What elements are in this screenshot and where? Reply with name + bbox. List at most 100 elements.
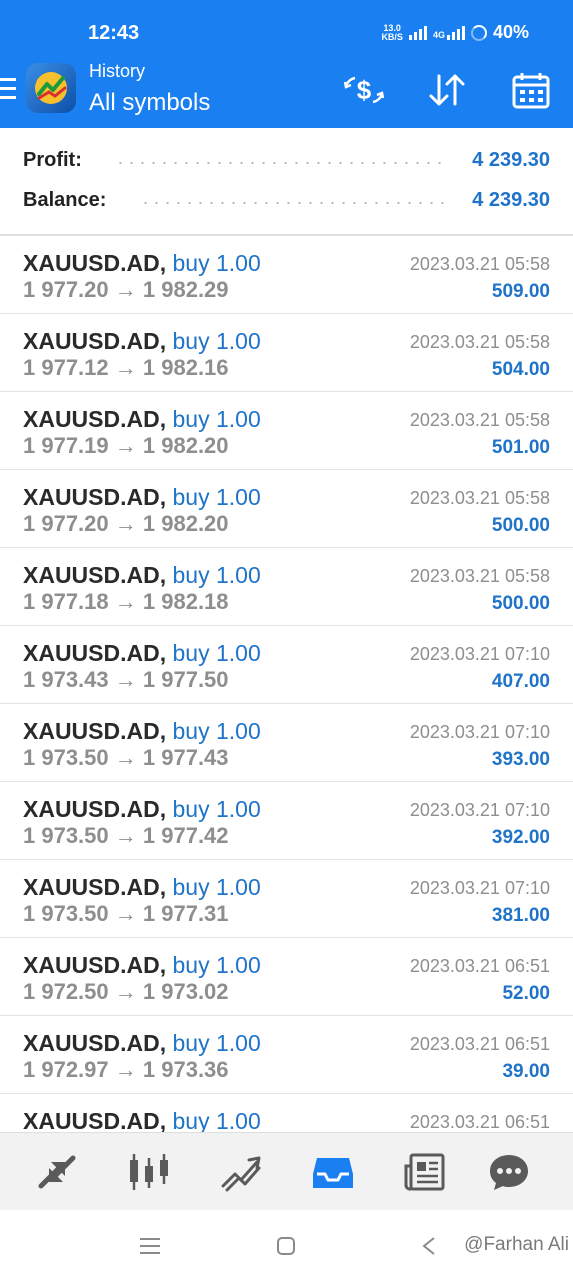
trade-close-price: 1 982.20 bbox=[142, 511, 229, 536]
trade-row[interactable]: XAUUSD.AD, buy 1.00 1 972.50 → 1 973.02 … bbox=[0, 938, 573, 1016]
svg-text:$: $ bbox=[357, 75, 372, 105]
trade-open-price: 1 977.20 bbox=[23, 511, 109, 536]
trade-close-price: 1 977.43 bbox=[142, 745, 229, 770]
trade-row[interactable]: XAUUSD.AD, buy 1.00 1 977.20 → 1 982.20 … bbox=[0, 470, 573, 548]
trade-symbol: XAUUSD.AD, bbox=[23, 562, 167, 588]
trade-time: 2023.03.21 07:10 bbox=[409, 644, 550, 664]
trade-volume: 1.00 bbox=[216, 640, 261, 666]
trade-close-price: 1 982.29 bbox=[142, 277, 229, 302]
trade-direction: buy bbox=[172, 406, 210, 432]
sort-icon[interactable] bbox=[426, 70, 468, 110]
trade-open-price: 1 973.43 bbox=[23, 667, 109, 692]
trade-close-price: 1 982.20 bbox=[142, 433, 229, 458]
trade-open-price: 1 973.50 bbox=[23, 823, 109, 848]
trade-close-price: 1 977.42 bbox=[142, 823, 229, 848]
trade-profit: 504.00 bbox=[491, 359, 550, 380]
trade-volume: 1.00 bbox=[216, 874, 261, 900]
trade-close-price: 1 977.31 bbox=[142, 901, 229, 926]
trade-volume: 1.00 bbox=[216, 952, 261, 978]
trade-title: XAUUSD.AD, buy 1.00 bbox=[23, 1030, 261, 1057]
balance-summary-row: Balance: 4 239.30 bbox=[0, 186, 573, 216]
history-tab[interactable] bbox=[311, 1150, 355, 1194]
trade-profit: 500.00 bbox=[491, 593, 550, 614]
trade-row[interactable]: XAUUSD.AD, buy 1.00 1 977.20 → 1 982.29 … bbox=[0, 236, 573, 314]
trade-row[interactable]: XAUUSD.AD, buy 1.00 1 973.50 → 1 977.42 … bbox=[0, 782, 573, 860]
page-title[interactable]: All symbols bbox=[89, 89, 210, 117]
trade-prices: 1 973.50 → 1 977.43 bbox=[23, 745, 229, 771]
balance-value: 4 239.30 bbox=[472, 189, 550, 211]
trade-direction: buy bbox=[172, 328, 210, 354]
price-arrow: → bbox=[114, 511, 137, 536]
trade-prices: 1 972.97 → 1 973.36 bbox=[23, 1057, 229, 1083]
trade-direction: buy bbox=[172, 1108, 210, 1132]
menu-icon[interactable] bbox=[0, 78, 16, 100]
trade-row[interactable]: XAUUSD.AD, buy 1.00 1 977.18 → 1 982.18 … bbox=[0, 548, 573, 626]
balance-label: Balance: bbox=[23, 189, 107, 211]
trade-title: XAUUSD.AD, buy 1.00 bbox=[23, 406, 261, 433]
news-tab[interactable] bbox=[403, 1150, 447, 1194]
watermark-text: @Farhan Ali bbox=[464, 1234, 569, 1255]
trade-row[interactable]: XAUUSD.AD, buy 1.00 → 2023.03.21 06:51 bbox=[0, 1094, 573, 1132]
trade-profit: 39.00 bbox=[502, 1061, 550, 1082]
recent-apps-icon bbox=[140, 1238, 160, 1254]
trade-tab[interactable] bbox=[219, 1150, 263, 1194]
trade-open-price: 1 977.19 bbox=[23, 433, 109, 458]
battery-icon bbox=[470, 24, 487, 41]
trade-direction: buy bbox=[172, 874, 210, 900]
newspaper-icon bbox=[404, 1153, 445, 1191]
chart-tab[interactable] bbox=[127, 1150, 171, 1194]
trade-symbol: XAUUSD.AD, bbox=[23, 952, 167, 978]
trade-time: 2023.03.21 06:51 bbox=[409, 1112, 550, 1132]
trade-symbol: XAUUSD.AD, bbox=[23, 796, 167, 822]
back-button[interactable] bbox=[414, 1234, 444, 1258]
trade-symbol: XAUUSD.AD, bbox=[23, 484, 167, 510]
trade-volume: 1.00 bbox=[216, 328, 261, 354]
quotes-tab[interactable] bbox=[35, 1150, 79, 1194]
price-arrow: → bbox=[114, 433, 137, 458]
trade-open-price: 1 973.50 bbox=[23, 745, 109, 770]
inbox-icon bbox=[313, 1158, 353, 1188]
metatrader-logo bbox=[26, 63, 76, 113]
trade-row[interactable]: XAUUSD.AD, buy 1.00 1 972.97 → 1 973.36 … bbox=[0, 1016, 573, 1094]
trade-row[interactable]: XAUUSD.AD, buy 1.00 1 977.19 → 1 982.20 … bbox=[0, 392, 573, 470]
trade-time: 2023.03.21 06:51 bbox=[409, 956, 550, 976]
trade-symbol: XAUUSD.AD, bbox=[23, 874, 167, 900]
signal-icon bbox=[408, 25, 427, 40]
home-button[interactable] bbox=[274, 1234, 298, 1258]
profit-summary-row: Profit: 4 239.30 bbox=[0, 146, 573, 176]
messages-tab[interactable] bbox=[487, 1150, 531, 1194]
trend-icon bbox=[221, 1156, 261, 1192]
trade-history-list[interactable]: XAUUSD.AD, buy 1.00 1 977.20 → 1 982.29 … bbox=[0, 236, 573, 1132]
trade-title: XAUUSD.AD, buy 1.00 bbox=[23, 640, 261, 667]
trade-prices: 1 973.50 → 1 977.31 bbox=[23, 901, 229, 927]
trade-volume: 1.00 bbox=[216, 250, 261, 276]
recent-apps-button[interactable] bbox=[138, 1234, 162, 1258]
trade-symbol: XAUUSD.AD, bbox=[23, 250, 167, 276]
price-arrow: → bbox=[114, 589, 137, 614]
trade-row[interactable]: XAUUSD.AD, buy 1.00 1 973.50 → 1 977.43 … bbox=[0, 704, 573, 782]
trade-row[interactable]: XAUUSD.AD, buy 1.00 1 977.12 → 1 982.16 … bbox=[0, 314, 573, 392]
trade-row[interactable]: XAUUSD.AD, buy 1.00 1 973.43 → 1 977.50 … bbox=[0, 626, 573, 704]
net-speed-unit: KB/S bbox=[381, 31, 403, 42]
profit-value: 4 239.30 bbox=[472, 149, 550, 171]
trade-row[interactable]: XAUUSD.AD, buy 1.00 1 973.50 → 1 977.31 … bbox=[0, 860, 573, 938]
trade-volume: 1.00 bbox=[216, 562, 261, 588]
dotted-leader bbox=[140, 202, 445, 204]
currency-exchange-icon[interactable]: $ bbox=[343, 70, 385, 110]
trade-close-price: 1 973.36 bbox=[142, 1057, 229, 1082]
calendar-icon[interactable] bbox=[510, 70, 552, 110]
page-subtitle: History bbox=[89, 61, 146, 81]
signal-icon-2 bbox=[446, 25, 465, 40]
trade-symbol: XAUUSD.AD, bbox=[23, 1108, 167, 1132]
trade-prices: 1 977.19 → 1 982.20 bbox=[23, 433, 229, 459]
trade-open-price: 1 972.50 bbox=[23, 979, 109, 1004]
price-arrow: → bbox=[114, 1057, 137, 1082]
price-arrow: → bbox=[114, 745, 137, 770]
trade-open-price: 1 977.20 bbox=[23, 277, 109, 302]
system-navigation-bar: @Farhan Ali bbox=[0, 1210, 573, 1280]
candlestick-icon bbox=[130, 1154, 168, 1190]
trade-time: 2023.03.21 05:58 bbox=[409, 488, 550, 508]
trade-volume: 1.00 bbox=[216, 796, 261, 822]
trade-time: 2023.03.21 05:58 bbox=[409, 410, 550, 430]
home-icon bbox=[277, 1237, 295, 1255]
